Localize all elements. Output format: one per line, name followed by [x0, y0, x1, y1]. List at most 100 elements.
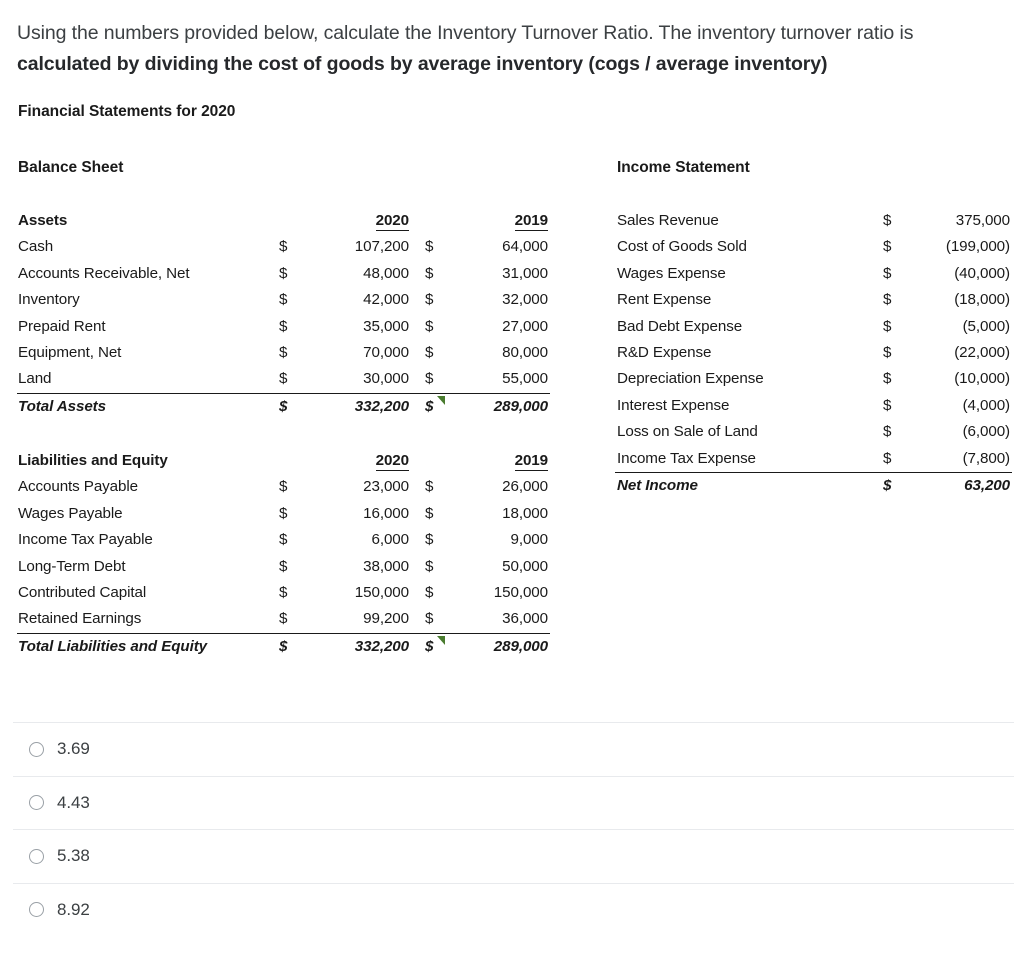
radio-button-icon[interactable] [29, 742, 44, 757]
value-2019: 32,000 [439, 287, 550, 313]
table-row: Land $ 30,000 $ 55,000 [17, 366, 550, 393]
currency-symbol: $ [411, 474, 439, 500]
value-2020: 332,200 [305, 633, 411, 660]
value-2020: 23,000 [305, 474, 411, 500]
answer-option-label: 8.92 [57, 900, 90, 920]
row-label: Equipment, Net [17, 340, 279, 366]
currency-symbol: $ [279, 527, 305, 553]
liabilities-header-label: Liabilities and Equity [17, 448, 279, 474]
radio-button-icon[interactable] [29, 902, 44, 917]
table-row: Income Tax Expense $ (7,800) [615, 446, 1012, 473]
currency-symbol: $ [883, 340, 907, 366]
currency-symbol: $ [883, 393, 907, 419]
row-label: Accounts Payable [17, 474, 279, 500]
currency-symbol: $ [411, 287, 439, 313]
assets-header-row: Assets 2020 2019 [17, 208, 550, 234]
currency-symbol: $ [411, 554, 439, 580]
table-row: Loss on Sale of Land $ (6,000) [615, 419, 1012, 445]
currency-symbol: $ [411, 340, 439, 366]
row-label: Contributed Capital [17, 580, 279, 606]
currency-symbol: $ [279, 234, 305, 260]
net-income-row: Net Income $ 63,200 [615, 473, 1012, 500]
assets-header-2020: 2020 [305, 208, 411, 234]
table-row: Accounts Payable $ 23,000 $ 26,000 [17, 474, 550, 500]
value-2020: 70,000 [305, 340, 411, 366]
row-value: (10,000) [907, 366, 1012, 392]
currency-symbol: $ [279, 393, 305, 420]
row-label: Wages Expense [615, 261, 883, 287]
table-row: Contributed Capital $ 150,000 $ 150,000 [17, 580, 550, 606]
radio-button-icon[interactable] [29, 795, 44, 810]
currency-symbol: $ [411, 393, 439, 420]
value-2019: 64,000 [439, 234, 550, 260]
question-page: Using the numbers provided below, calcul… [0, 0, 1024, 954]
table-row: Long-Term Debt $ 38,000 $ 50,000 [17, 554, 550, 580]
value-2019: 9,000 [439, 527, 550, 553]
table-row: Equipment, Net $ 70,000 $ 80,000 [17, 340, 550, 366]
currency-symbol: $ [411, 366, 439, 393]
row-label: Income Tax Expense [615, 446, 883, 473]
value-2020: 35,000 [305, 314, 411, 340]
row-value: (6,000) [907, 419, 1012, 445]
answer-options-list: 3.69 4.43 5.38 8.92 [13, 722, 1014, 936]
value-2019: 289,000 [439, 633, 550, 660]
assets-header-spacer2 [411, 208, 439, 234]
value-2019: 18,000 [439, 501, 550, 527]
answer-option-label: 3.69 [57, 739, 90, 759]
value-2019: 289,000 [439, 393, 550, 420]
value-2020: 332,200 [305, 393, 411, 420]
financial-statements-heading: Financial Statements for 2020 [18, 103, 235, 121]
assets-table: Assets 2020 2019 Cash $ 107,200 $ 64,000… [17, 208, 550, 420]
row-value: 375,000 [907, 208, 1012, 234]
liabilities-header-spacer2 [411, 448, 439, 474]
value-2020: 6,000 [305, 527, 411, 553]
liabilities-equity-table: Liabilities and Equity 2020 2019 Account… [17, 448, 550, 660]
row-value: (4,000) [907, 393, 1012, 419]
currency-symbol: $ [883, 366, 907, 392]
table-row: Prepaid Rent $ 35,000 $ 27,000 [17, 314, 550, 340]
row-value: 63,200 [907, 473, 1012, 500]
balance-sheet-title: Balance Sheet [18, 159, 123, 177]
currency-symbol: $ [883, 446, 907, 473]
currency-symbol: $ [883, 419, 907, 445]
row-label: Loss on Sale of Land [615, 419, 883, 445]
radio-button-icon[interactable] [29, 849, 44, 864]
row-label: Bad Debt Expense [615, 314, 883, 340]
row-value: (7,800) [907, 446, 1012, 473]
currency-symbol: $ [883, 261, 907, 287]
table-row: Interest Expense $ (4,000) [615, 393, 1012, 419]
currency-symbol: $ [279, 633, 305, 660]
value-2019: 80,000 [439, 340, 550, 366]
row-label: Wages Payable [17, 501, 279, 527]
table-row: Cost of Goods Sold $ (199,000) [615, 234, 1012, 260]
currency-symbol: $ [883, 208, 907, 234]
table-row: Accounts Receivable, Net $ 48,000 $ 31,0… [17, 261, 550, 287]
currency-symbol: $ [279, 606, 305, 633]
value-2020: 99,200 [305, 606, 411, 633]
table-row: Bad Debt Expense $ (5,000) [615, 314, 1012, 340]
row-label: Total Liabilities and Equity [17, 633, 279, 660]
table-row: Retained Earnings $ 99,200 $ 36,000 [17, 606, 550, 633]
row-label: Retained Earnings [17, 606, 279, 633]
value-2019: 27,000 [439, 314, 550, 340]
value-2019: 31,000 [439, 261, 550, 287]
table-row: Wages Expense $ (40,000) [615, 261, 1012, 287]
value-2020: 107,200 [305, 234, 411, 260]
answer-option-4[interactable]: 8.92 [13, 883, 1014, 937]
currency-symbol: $ [279, 474, 305, 500]
currency-symbol: $ [411, 527, 439, 553]
value-2020: 38,000 [305, 554, 411, 580]
row-label: Net Income [615, 473, 883, 500]
currency-symbol: $ [279, 314, 305, 340]
currency-symbol: $ [279, 287, 305, 313]
answer-option-3[interactable]: 5.38 [13, 829, 1014, 883]
currency-symbol: $ [411, 314, 439, 340]
table-row: Inventory $ 42,000 $ 32,000 [17, 287, 550, 313]
value-2020: 16,000 [305, 501, 411, 527]
table-row: R&D Expense $ (22,000) [615, 340, 1012, 366]
answer-option-1[interactable]: 3.69 [13, 722, 1014, 776]
answer-option-2[interactable]: 4.43 [13, 776, 1014, 830]
row-label: Cost of Goods Sold [615, 234, 883, 260]
currency-symbol: $ [883, 234, 907, 260]
value-2019: 150,000 [439, 580, 550, 606]
